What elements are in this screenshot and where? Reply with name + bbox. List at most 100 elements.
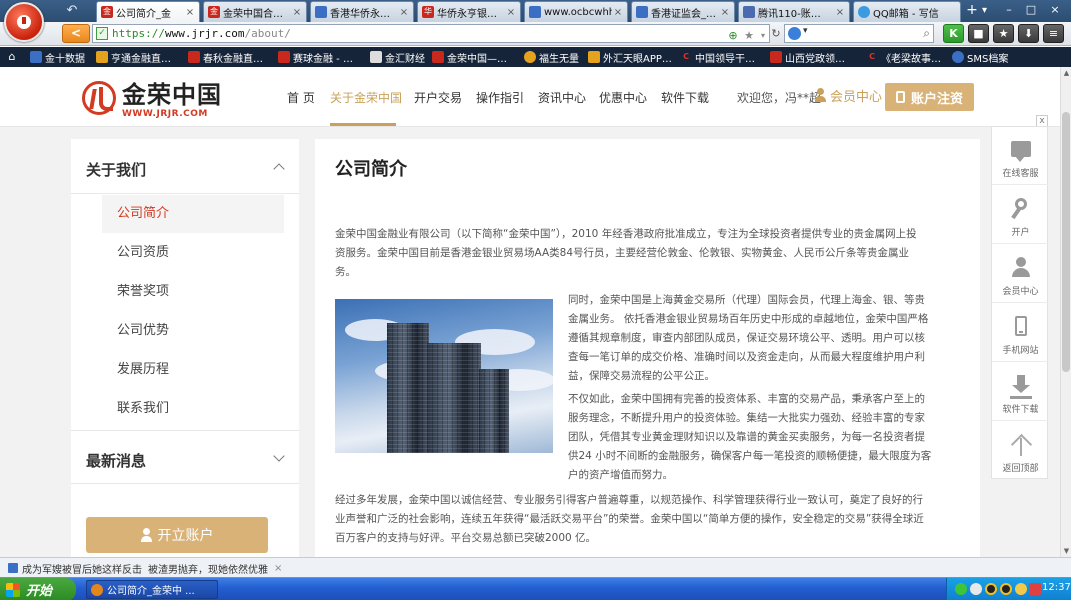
tray-app-icon[interactable] (1029, 583, 1041, 595)
open-account-button[interactable]: 开立账户 (86, 517, 268, 553)
nav-news[interactable]: 资讯中心 (538, 89, 586, 106)
bookmark-item[interactable]: 金汇财经 (370, 49, 425, 65)
k-extension-icon[interactable]: K (943, 24, 964, 43)
close-icon[interactable]: × (291, 7, 303, 18)
sidebar-item-honors[interactable]: 荣誉奖项 (102, 273, 284, 311)
nav-offers[interactable]: 优惠中心 (599, 89, 647, 106)
nav-open-trade[interactable]: 开户交易 (414, 89, 462, 106)
member-paragraph: 同时，金荣中国是上海黄金交易所（代理）国际会员，代理上海金、银、等贵 金属业务。… (568, 291, 968, 386)
float-item-mobile-site[interactable]: 手机网站 (992, 304, 1049, 362)
tab-qq-mail[interactable]: QQ邮箱 - 写信 (853, 1, 961, 22)
close-icon[interactable]: × (505, 7, 517, 18)
bookmark-icon (96, 51, 108, 63)
bookmark-item[interactable]: 亨通金融直… (96, 49, 171, 65)
nav-about[interactable]: 关于金荣中国 (330, 89, 402, 106)
start-button[interactable]: 开始 (0, 578, 76, 600)
nav-guide[interactable]: 操作指引 (476, 89, 524, 106)
search-input[interactable]: ▾ ⌕ (784, 24, 934, 43)
close-icon[interactable]: × (834, 7, 846, 18)
news-ticker-item[interactable]: 成为军嫂被冒后她这样反击 (8, 561, 142, 576)
start-label: 开始 (26, 584, 53, 599)
bookmark-item[interactable]: C 中国领导干… (680, 49, 755, 65)
nav-download[interactable]: 软件下载 (661, 89, 709, 106)
bookmark-item[interactable]: 金荣中国—… (432, 49, 507, 65)
section-news-heading[interactable]: 最新消息 (86, 450, 146, 471)
close-icon[interactable]: × (719, 7, 731, 18)
close-icon[interactable]: × (274, 563, 282, 574)
bookmark-item[interactable]: 福生无量 (524, 49, 579, 65)
lock-icon[interactable]: ■ (968, 24, 989, 43)
bookmark-item[interactable]: SMS档案 (952, 49, 1008, 65)
scroll-up-icon[interactable]: ▲ (1061, 67, 1071, 79)
chevron-up-icon[interactable] (273, 163, 285, 175)
browser-status-bar: 成为军嫂被冒后她这样反击 被渣男抛弃，现她依然优雅 × (0, 557, 1071, 577)
tab-tencent-110[interactable]: 腾讯110-账… × (738, 1, 850, 22)
sidebar-item-company-intro[interactable]: 公司简介 (102, 195, 284, 233)
security-icon[interactable]: ⊕ (725, 28, 741, 44)
search-icon[interactable]: ⌕ (923, 26, 930, 41)
float-item-member-center[interactable]: 会员中心 (992, 245, 1049, 303)
divider (71, 430, 299, 431)
sidebar-item-contact[interactable]: 联系我们 (102, 390, 284, 428)
text-line: 查每一笔订单的成交价格、准确时间以及资金走向，从而最大程度维护用户利 (568, 351, 925, 363)
page-scrollbar[interactable]: ▲ ▼ (1060, 67, 1071, 557)
close-icon[interactable]: × (612, 7, 624, 18)
user-icon (815, 88, 826, 102)
new-tab-button[interactable]: + (965, 2, 979, 19)
bookmark-item[interactable]: 春秋金融直… (188, 49, 263, 65)
generic-page-icon (636, 6, 648, 18)
tab-ocbc-bank[interactable]: 华 华侨永亨银… × (417, 1, 521, 22)
minimize-icon[interactable]: – (1000, 1, 1018, 19)
close-icon[interactable]: × (184, 7, 196, 18)
section-about-heading[interactable]: 关于我们 (86, 159, 146, 180)
bookmark-item[interactable]: 金十数据 (30, 49, 85, 65)
undo-close-tab-icon[interactable]: ↶ (62, 3, 82, 19)
tray-app-icon[interactable] (955, 583, 967, 595)
sidebar-item-history[interactable]: 发展历程 (102, 351, 284, 389)
download-icon[interactable]: ⬇ (1018, 24, 1039, 43)
close-icon[interactable]: × (398, 7, 410, 18)
url-input[interactable]: ✓ https://www.jrjr.com/about/ ⊕ ★ ▾ (92, 24, 770, 43)
tab-company-intro[interactable]: 金 公司简介_金 × (96, 1, 200, 22)
scroll-thumb[interactable] (1062, 112, 1070, 372)
qq-icon (858, 6, 870, 18)
bookmark-icon (370, 51, 382, 63)
maximize-icon[interactable]: □ (1022, 1, 1040, 19)
back-button[interactable]: < (62, 24, 90, 43)
home-icon[interactable]: ⌂ (6, 49, 21, 65)
tab-ocbc-hk[interactable]: 香港华侨永… × (310, 1, 414, 22)
jrjr-logo-icon (82, 81, 116, 115)
browser-logo-icon[interactable] (4, 2, 44, 42)
float-item-back-to-top[interactable]: 返回顶部 (992, 422, 1049, 480)
tab-hk-sfc[interactable]: 香港证监会_… × (631, 1, 735, 22)
float-item-open-account[interactable]: 开户 (992, 186, 1049, 244)
float-item-software-download[interactable]: 软件下载 (992, 363, 1049, 421)
nav-home[interactable]: 首 页 (287, 89, 315, 106)
news-ticker-item[interactable]: 被渣男抛弃，现她依然优雅 × (148, 561, 282, 576)
chevron-down-icon[interactable] (273, 450, 285, 462)
star-icon[interactable]: ★ (993, 24, 1014, 43)
tab-jrjr-partner[interactable]: 金 金荣中国合… × (203, 1, 307, 22)
taskbar-window-item[interactable]: 公司简介_金荣中 ... (86, 580, 218, 599)
scroll-down-icon[interactable]: ▼ (1061, 545, 1071, 557)
site-logo[interactable]: 金荣中国 WWW.JRJR.COM (82, 81, 232, 121)
close-window-icon[interactable]: × (1046, 1, 1064, 19)
member-center-link[interactable]: 会员中心 (815, 85, 882, 105)
account-deposit-button[interactable]: 账户注资 (885, 83, 974, 111)
volume-icon[interactable] (1015, 583, 1027, 595)
sidebar-item-qualifications[interactable]: 公司资质 (102, 234, 284, 272)
tray-app-icon[interactable] (970, 583, 982, 595)
menu-icon[interactable]: ≡ (1043, 24, 1064, 43)
tab-ocbcwhh[interactable]: www.ocbcwhh… × (524, 1, 628, 22)
float-item-online-service[interactable]: 在线客服 (992, 127, 1049, 185)
tab-list-dropdown-icon[interactable]: ▾ (982, 2, 994, 19)
bookmark-item[interactable]: 外汇天眼APP… (588, 49, 672, 65)
bookmark-item[interactable]: C 《老梁故事… (866, 49, 941, 65)
bookmark-item[interactable]: 山西党政领… (770, 49, 845, 65)
bookmark-item[interactable]: 赛球金融 - … (278, 49, 353, 65)
chevron-down-icon[interactable]: ▾ (803, 26, 808, 36)
qq-icon[interactable] (985, 583, 997, 595)
refresh-icon[interactable]: ↻ (768, 26, 784, 42)
sidebar-item-advantages[interactable]: 公司优势 (102, 312, 284, 350)
qq-icon[interactable] (1000, 583, 1012, 595)
